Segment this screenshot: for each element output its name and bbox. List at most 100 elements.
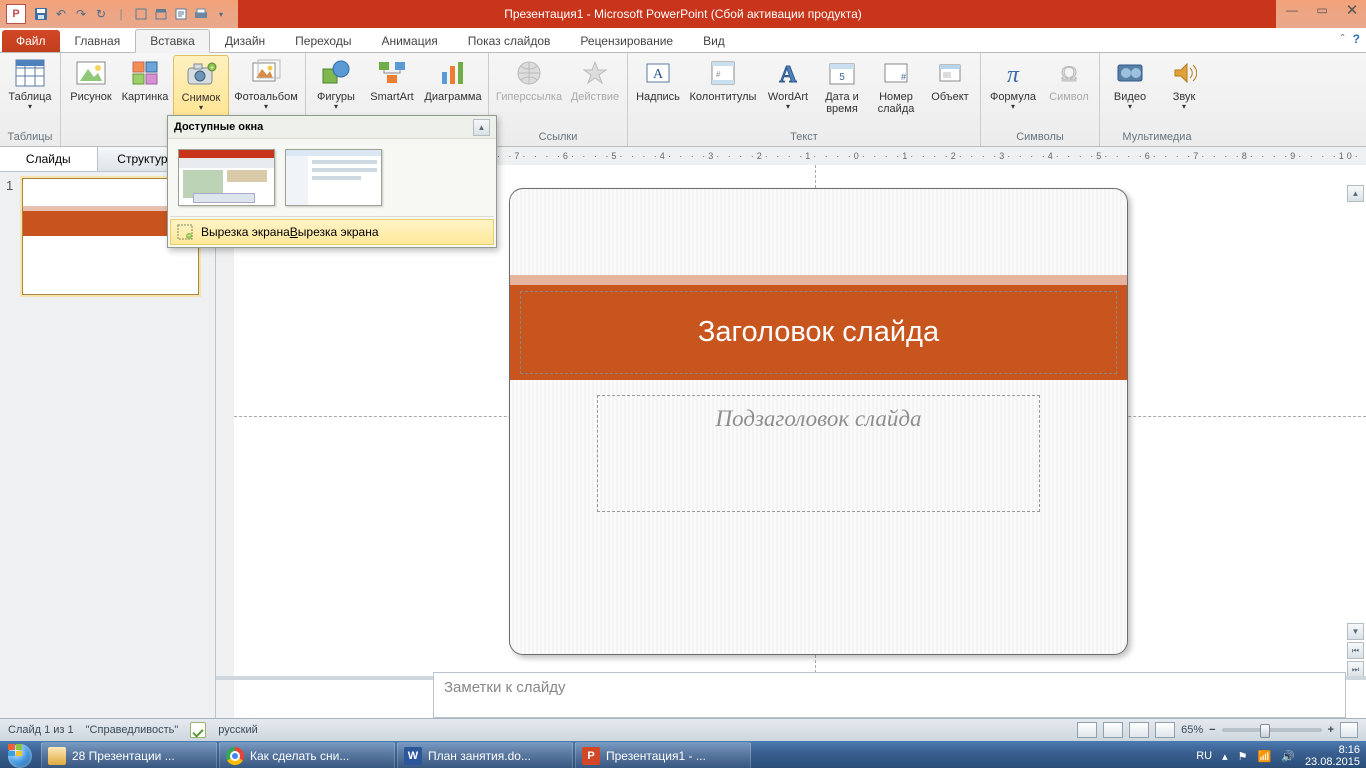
qat-btn-a[interactable]	[132, 5, 150, 23]
scroll-down-icon[interactable]: ▼	[1347, 623, 1364, 640]
tab-slides-thumbs[interactable]: Слайды	[0, 147, 98, 171]
group-tables: Таблица▾ Таблицы	[0, 53, 61, 146]
slidenumber-icon: #	[880, 57, 912, 89]
view-slideshow-button[interactable]	[1155, 722, 1175, 738]
status-theme: "Справедливость"	[86, 724, 179, 736]
tray-volume-icon[interactable]: 🔊	[1281, 750, 1295, 763]
task-powerpoint[interactable]: P Презентация1 - ...	[575, 742, 751, 768]
prev-slide-icon[interactable]: ⏮	[1347, 642, 1364, 659]
svg-text:A: A	[653, 67, 664, 82]
view-sorter-button[interactable]	[1103, 722, 1123, 738]
table-button[interactable]: Таблица▾	[4, 55, 56, 129]
task-chrome[interactable]: Как сделать сни...	[219, 742, 395, 768]
vertical-scrollbar[interactable]: ▲ ▼ ⏮ ⏭	[1347, 185, 1364, 678]
tab-file[interactable]: Файл	[2, 30, 60, 52]
clipart-icon	[129, 57, 161, 89]
tab-view[interactable]: Вид	[688, 29, 740, 52]
dropdown-title: Доступные окна	[174, 121, 263, 133]
redo-icon[interactable]: ↷	[72, 5, 90, 23]
help-icon[interactable]: ?	[1353, 32, 1360, 46]
word-icon: W	[404, 747, 422, 765]
zoom-value: 65%	[1181, 724, 1203, 736]
repeat-icon[interactable]: ↻	[92, 5, 110, 23]
tab-review[interactable]: Рецензирование	[565, 29, 688, 52]
qat-btn-c[interactable]	[172, 5, 190, 23]
window-thumb-1[interactable]	[178, 149, 275, 206]
qat-btn-b[interactable]	[152, 5, 170, 23]
zoom-out-button[interactable]: −	[1209, 724, 1215, 736]
fit-to-window-button[interactable]	[1340, 722, 1358, 738]
headerfooter-button[interactable]: # Колонтитулы	[686, 55, 760, 129]
object-button[interactable]: Объект	[924, 55, 976, 129]
wordart-button[interactable]: A WordArt▾	[762, 55, 814, 129]
tray-flag-icon[interactable]: ⚑	[1238, 750, 1248, 763]
view-reading-button[interactable]	[1129, 722, 1149, 738]
svg-text:+: +	[210, 65, 214, 72]
title-placeholder[interactable]: Заголовок слайда	[510, 285, 1127, 380]
tray-lang[interactable]: RU	[1196, 750, 1212, 762]
datetime-button[interactable]: 5 Дата и время	[816, 55, 868, 129]
spellcheck-icon[interactable]	[190, 722, 206, 738]
tray-up-icon[interactable]: ▴	[1222, 750, 1228, 763]
tab-insert[interactable]: Вставка	[135, 29, 210, 53]
audio-icon	[1168, 57, 1200, 89]
tray-clock[interactable]: 8:16 23.08.2015	[1305, 744, 1360, 768]
tab-home[interactable]: Главная	[60, 29, 136, 52]
minimize-button[interactable]: ―	[1282, 2, 1302, 18]
tab-transitions[interactable]: Переходы	[280, 29, 366, 52]
textbox-button[interactable]: A Надпись	[632, 55, 684, 129]
window-thumb-2[interactable]	[285, 149, 382, 206]
slidenumber-button[interactable]: # Номер слайда	[870, 55, 922, 129]
notes-pane[interactable]: Заметки к слайду	[433, 672, 1346, 718]
zoom-in-button[interactable]: +	[1328, 724, 1334, 736]
save-icon[interactable]	[32, 5, 50, 23]
statusbar: Слайд 1 из 1 "Справедливость" русский 65…	[0, 718, 1366, 741]
status-slide-count: Слайд 1 из 1	[8, 724, 74, 736]
svg-text:+: +	[187, 234, 191, 240]
symbol-button: Ω Символ	[1043, 55, 1095, 129]
tab-design[interactable]: Дизайн	[210, 29, 280, 52]
qat-sep: |	[112, 5, 130, 23]
svg-text:A: A	[779, 62, 797, 86]
view-normal-button[interactable]	[1077, 722, 1097, 738]
headerfooter-icon: #	[707, 57, 739, 89]
zoom-slider[interactable]	[1222, 728, 1322, 732]
screen-clipping-item[interactable]: + Вырезка экранаВырезка экрана	[170, 219, 494, 245]
hyperlink-icon	[513, 57, 545, 89]
close-button[interactable]: ✕	[1342, 2, 1362, 18]
slide-subtitle: Подзаголовок слайда	[716, 406, 922, 432]
scroll-up-icon[interactable]: ▲	[1347, 185, 1364, 202]
print-icon[interactable]	[192, 5, 210, 23]
tab-slideshow[interactable]: Показ слайдов	[453, 29, 566, 52]
datetime-icon: 5	[826, 57, 858, 89]
svg-text:5: 5	[839, 72, 845, 83]
subtitle-placeholder[interactable]: Подзаголовок слайда	[597, 395, 1040, 512]
tab-animation[interactable]: Анимация	[366, 29, 452, 52]
svg-text:π: π	[1007, 62, 1020, 86]
shapes-icon	[320, 57, 352, 89]
audio-button[interactable]: Звук▾	[1158, 55, 1210, 129]
textbox-icon: A	[642, 57, 674, 89]
start-button[interactable]	[0, 741, 40, 768]
ribbon-tabstrip: Файл Главная Вставка Дизайн Переходы Ани…	[0, 28, 1366, 53]
undo-icon[interactable]: ↶	[52, 5, 70, 23]
qat-more-icon[interactable]: ▾	[212, 5, 230, 23]
group-media: Видео▾ Звук▾ Мультимедиа	[1100, 53, 1214, 146]
task-explorer[interactable]: 28 Презентации ...	[41, 742, 217, 768]
maximize-button[interactable]: ▭	[1312, 2, 1332, 18]
task-word[interactable]: W План занятия.do...	[397, 742, 573, 768]
status-language[interactable]: русский	[218, 724, 257, 736]
slide-canvas[interactable]: Заголовок слайда Подзаголовок слайда	[509, 188, 1128, 655]
video-button[interactable]: Видео▾	[1104, 55, 1156, 129]
ribbon-minimize-icon[interactable]: ˆ	[1341, 32, 1345, 46]
action-button: Действие	[567, 55, 623, 129]
clipart-button[interactable]: Картинка	[119, 55, 171, 129]
picture-button[interactable]: Рисунок	[65, 55, 117, 129]
tray-network-icon[interactable]: 📶	[1258, 750, 1272, 763]
equation-button[interactable]: π Формула▾	[985, 55, 1041, 129]
object-icon	[934, 57, 966, 89]
dd-scroll-up-icon[interactable]: ▲	[473, 119, 490, 136]
screen-clipping-icon: +	[177, 224, 193, 240]
group-symbols: π Формула▾ Ω Символ Символы	[981, 53, 1100, 146]
app-icon: P	[6, 4, 26, 24]
